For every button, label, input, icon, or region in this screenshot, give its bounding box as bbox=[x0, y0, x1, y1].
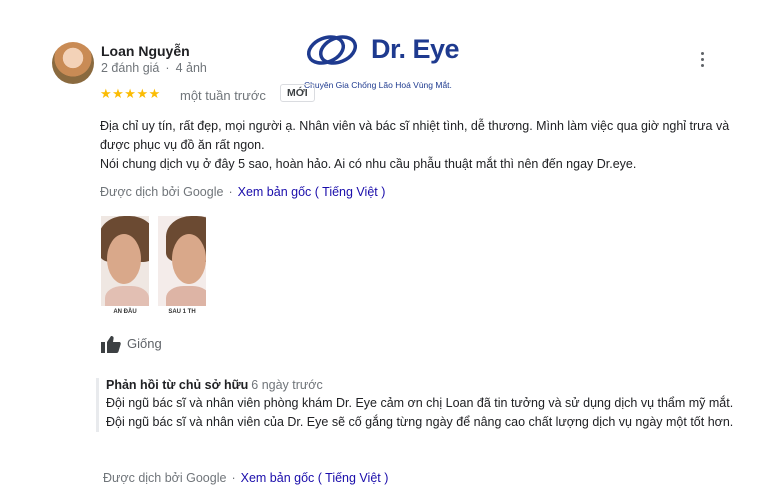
translated-by: Được dịch bởi Google bbox=[100, 185, 224, 199]
avatar[interactable] bbox=[52, 42, 94, 84]
thumbs-up-icon bbox=[101, 336, 121, 354]
logo-tagline: Chuyên Gia Chống Lão Hoá Vùng Mắt. bbox=[304, 80, 452, 90]
like-button[interactable]: Giống bbox=[101, 336, 162, 354]
review-time: một tuần trước bbox=[180, 88, 266, 103]
see-original-link[interactable]: Xem bản gốc ( Tiếng Việt ) bbox=[238, 185, 386, 199]
review-text: Địa chỉ uy tín, rất đẹp, mọi người ạ. Nh… bbox=[100, 117, 730, 174]
dr-eye-logo: Dr. Eye Chuyên Gia Chống Lão Hoá Vùng Mắ… bbox=[304, 26, 474, 92]
reply-title: Phản hồi từ chủ sở hữu bbox=[106, 378, 249, 392]
translation-note: Được dịch bởi Google · Xem bản gốc ( Tiếng… bbox=[100, 185, 386, 199]
reply-time: 6 ngày trước bbox=[251, 378, 323, 392]
reviewer-name[interactable]: Loan Nguyễn bbox=[101, 43, 190, 59]
translated-by: Được dịch bởi Google bbox=[103, 471, 227, 485]
photo-count: 4 ảnh bbox=[175, 61, 207, 75]
review-photo[interactable]: AN ĐẦU bbox=[101, 216, 149, 318]
review-count: 2 đánh giá bbox=[101, 61, 160, 75]
reply-header: Phản hồi từ chủ sở hữu 6 ngày trước bbox=[106, 378, 742, 392]
photo-caption: AN ĐẦU bbox=[101, 306, 149, 318]
more-vert-icon[interactable] bbox=[700, 52, 706, 70]
review-line: Địa chỉ uy tín, rất đẹp, mọi người ạ. Nh… bbox=[100, 119, 730, 152]
owner-reply: Phản hồi từ chủ sở hữu 6 ngày trước Đội n… bbox=[96, 378, 742, 432]
reply-translation-note: Được dịch bởi Google · Xem bản gốc ( Tiếng… bbox=[103, 471, 389, 485]
star-rating: ★★★★★ bbox=[100, 86, 161, 101]
review-photo[interactable]: SAU 1 TH bbox=[158, 216, 206, 318]
review-line: Nói chung dịch vụ ở đây 5 sao, hoàn hảo.… bbox=[100, 157, 637, 171]
dr-eye-logo-icon bbox=[306, 35, 358, 65]
reviewer-meta: 2 đánh giá · 4 ảnh bbox=[101, 61, 207, 75]
photo-caption: SAU 1 TH bbox=[158, 306, 206, 318]
see-original-link[interactable]: Xem bản gốc ( Tiếng Việt ) bbox=[241, 471, 389, 485]
reply-body: Đội ngũ bác sĩ và nhân viên phòng khám D… bbox=[106, 396, 734, 429]
logo-text: Dr. Eye bbox=[371, 34, 460, 64]
like-label: Giống bbox=[127, 336, 162, 351]
new-badge: MỚI bbox=[280, 84, 315, 102]
